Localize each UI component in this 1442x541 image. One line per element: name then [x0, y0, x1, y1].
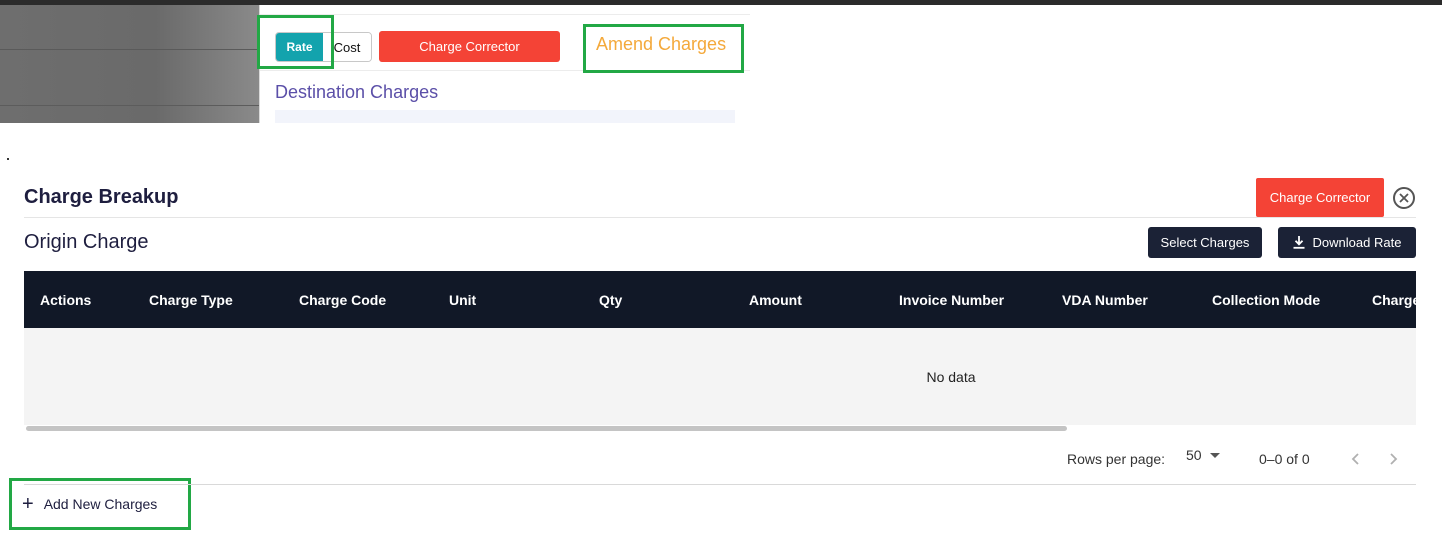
- close-x-glyph: [1399, 193, 1409, 203]
- column-header-qty[interactable]: Qty: [599, 271, 622, 328]
- chevron-left-icon: [1351, 453, 1359, 465]
- overlay-panel: [0, 5, 259, 123]
- rate-toggle-button[interactable]: Rate: [276, 33, 323, 61]
- panel-divider: [0, 105, 259, 106]
- panel-divider: [0, 49, 259, 50]
- page: Rate Cost Charge Corrector Amend Charges…: [0, 0, 1442, 541]
- add-new-charges-button[interactable]: + Add New Charges: [22, 492, 157, 516]
- close-icon[interactable]: [1393, 187, 1415, 209]
- origin-charge-title: Origin Charge: [24, 231, 149, 253]
- select-charges-label: Select Charges: [1160, 235, 1250, 250]
- charge-corrector-button[interactable]: Charge Corrector: [1256, 178, 1384, 217]
- origin-charge-table: Actions Charge Type Charge Code Unit Qty…: [24, 271, 1416, 431]
- column-header-collection-mode[interactable]: Collection Mode: [1212, 271, 1320, 328]
- column-header-amount[interactable]: Amount: [749, 271, 802, 328]
- divider: [24, 217, 1416, 218]
- column-header-actions[interactable]: Actions: [40, 271, 91, 328]
- column-header-charge[interactable]: Charge: [1372, 271, 1416, 328]
- panel-edge: [259, 5, 260, 123]
- rate-cost-toggle: Rate Cost: [275, 32, 372, 62]
- stray-dot: [7, 158, 9, 160]
- rows-per-page-label: Rows per page:: [1067, 451, 1166, 467]
- table-header: Actions Charge Type Charge Code Unit Qty…: [24, 271, 1416, 328]
- add-new-charges-label: Add New Charges: [43, 496, 158, 512]
- download-rate-button[interactable]: Download Rate: [1278, 227, 1416, 258]
- column-header-unit[interactable]: Unit: [449, 271, 476, 328]
- download-rate-label: Download Rate: [1312, 235, 1402, 250]
- next-page-icon[interactable]: [1384, 449, 1404, 469]
- divider: [260, 70, 750, 71]
- download-icon: [1293, 236, 1305, 249]
- column-header-vda-number[interactable]: VDA Number: [1062, 271, 1148, 328]
- cost-toggle-button[interactable]: Cost: [323, 33, 371, 61]
- column-header-charge-type[interactable]: Charge Type: [149, 271, 233, 328]
- column-header-invoice-number[interactable]: Invoice Number: [899, 271, 1004, 328]
- rows-per-page-value: 50: [1186, 447, 1202, 463]
- caret-down-icon: [1209, 452, 1220, 458]
- divider: [24, 484, 1416, 485]
- destination-charges-table-strip: [275, 110, 735, 123]
- divider: [260, 14, 750, 15]
- pagination-range: 0–0 of 0: [1259, 451, 1310, 467]
- charge-corrector-button-top[interactable]: Charge Corrector: [379, 31, 560, 62]
- no-data-message: No data: [926, 368, 976, 385]
- table-body: No data: [24, 328, 1416, 425]
- column-header-charge-code[interactable]: Charge Code: [299, 271, 386, 328]
- horizontal-scrollbar[interactable]: [26, 426, 1067, 431]
- destination-charges-title: Destination Charges: [275, 82, 439, 102]
- chevron-right-icon: [1390, 453, 1398, 465]
- amend-charges-link[interactable]: Amend Charges: [596, 34, 726, 55]
- previous-page-icon[interactable]: [1345, 449, 1365, 469]
- rows-per-page-select[interactable]: 50: [1186, 447, 1220, 463]
- plus-icon: +: [22, 493, 34, 515]
- select-charges-button[interactable]: Select Charges: [1148, 227, 1262, 258]
- charge-breakup-title: Charge Breakup: [24, 186, 179, 208]
